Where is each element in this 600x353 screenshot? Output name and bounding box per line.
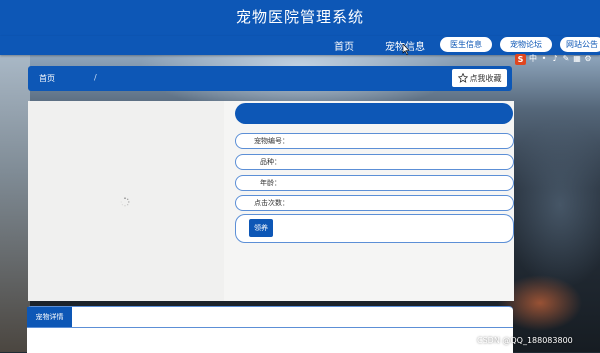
age-field: 年龄： bbox=[235, 175, 514, 191]
ime-voice-icon[interactable]: ♪ bbox=[551, 55, 559, 63]
nav-item-home[interactable]: 首页 bbox=[334, 38, 354, 53]
loading-spinner-icon bbox=[120, 197, 130, 207]
adopt-button[interactable]: 领养 bbox=[249, 219, 273, 237]
nav-bar: 首页 宠物信息 医生信息 宠物论坛 网站公告 bbox=[0, 36, 600, 55]
pet-details-section: 宠物详情 bbox=[27, 306, 513, 353]
star-icon bbox=[457, 73, 468, 83]
sogou-logo-icon[interactable]: S bbox=[515, 53, 526, 65]
ime-keyboard-icon[interactable]: ▦ bbox=[573, 55, 581, 63]
csdn-watermark: CSDN @QQ_188083800 bbox=[477, 336, 573, 345]
ime-punctuation-icon[interactable]: • bbox=[540, 55, 548, 63]
breadcrumb-home-link[interactable]: 首页 bbox=[39, 73, 55, 84]
nav-item-doctor-info[interactable]: 医生信息 bbox=[440, 37, 492, 52]
pet-name-header bbox=[235, 103, 513, 124]
nav-item-pet-forum[interactable]: 宠物论坛 bbox=[500, 37, 552, 52]
nav-item-announcements[interactable]: 网站公告 bbox=[560, 37, 600, 52]
age-label: 年龄： bbox=[260, 179, 281, 187]
ime-settings-icon[interactable]: ⚙ bbox=[584, 55, 592, 63]
tab-pet-details[interactable]: 宠物详情 bbox=[27, 307, 72, 327]
breed-label: 品种： bbox=[260, 158, 281, 166]
favorite-button-label: 点我收藏 bbox=[469, 73, 502, 83]
ime-toolbar: S 中 • ♪ ✎ ▦ ⚙ bbox=[515, 53, 592, 65]
pet-id-label: 宠物编号： bbox=[254, 137, 289, 145]
breadcrumb: 首页 / 点我收藏 bbox=[28, 66, 512, 91]
breed-field: 品种： bbox=[235, 154, 514, 170]
ime-handwrite-icon[interactable]: ✎ bbox=[562, 55, 570, 63]
top-header: 宠物医院管理系统 bbox=[0, 0, 600, 36]
ime-chinese-mode-icon[interactable]: 中 bbox=[529, 55, 537, 63]
favorite-button[interactable]: 点我收藏 bbox=[452, 69, 507, 87]
pet-image-area bbox=[28, 101, 224, 301]
background-edge bbox=[0, 55, 30, 352]
click-count-label: 点击次数： bbox=[254, 199, 289, 207]
site-title: 宠物医院管理系统 bbox=[235, 8, 364, 26]
pet-id-field: 宠物编号： bbox=[235, 133, 514, 149]
click-count-field: 点击次数： bbox=[235, 195, 514, 211]
details-divider bbox=[27, 327, 513, 328]
action-box: 领养 bbox=[235, 214, 514, 243]
breadcrumb-separator: / bbox=[94, 73, 97, 82]
pointer-cursor-icon bbox=[402, 44, 410, 55]
